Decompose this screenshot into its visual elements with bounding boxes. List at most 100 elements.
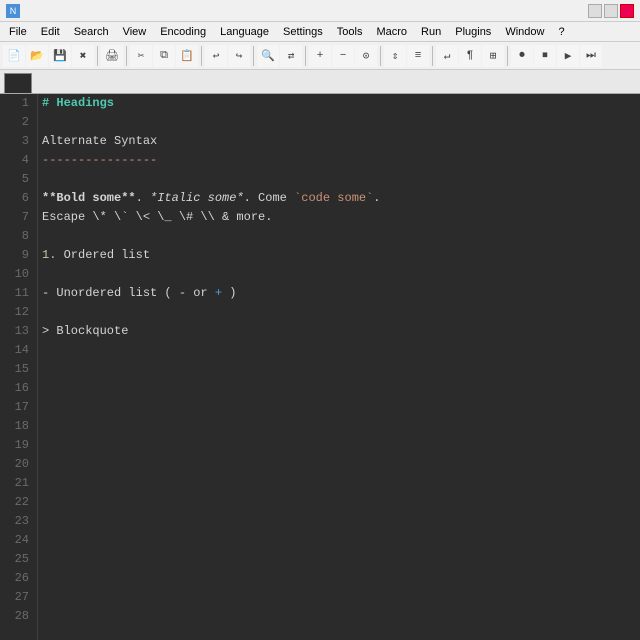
menu-plugins[interactable]: Plugins (448, 22, 498, 41)
line-numbers: 1 2 3 4 5 6 7 8 9 10 11 12 13 14 15 16 1… (0, 94, 38, 640)
code-line-11: - Unordered list ( - or + ) (42, 284, 636, 303)
line-num-12: 12 (6, 303, 29, 322)
line-num-4: 4 (6, 151, 29, 170)
code-token: # Headings (42, 94, 114, 113)
code-token: ---------------- (42, 151, 157, 170)
line-num-17: 17 (6, 398, 29, 417)
tb-indent[interactable]: ⊞ (482, 45, 504, 67)
menu-macro[interactable]: Macro (369, 22, 414, 41)
line-num-20: 20 (6, 455, 29, 474)
code-line-10 (42, 265, 636, 284)
tb-macro-rec[interactable]: ⏺ (511, 45, 533, 67)
code-token: Escape \* \` \< \_ \# \\ & more. (42, 208, 272, 227)
line-num-1: 1 (6, 94, 29, 113)
code-line-6: **Bold some** . *Italic some* . Come `co… (42, 189, 636, 208)
menu-settings[interactable]: Settings (276, 22, 330, 41)
line-num-7: 7 (6, 208, 29, 227)
tab-at-a-glance[interactable] (4, 73, 32, 93)
tb-wordwrap[interactable]: ↵ (436, 45, 458, 67)
menu-file[interactable]: File (2, 22, 34, 41)
menu-tools[interactable]: Tools (330, 22, 370, 41)
title-bar-controls[interactable] (588, 4, 634, 18)
menu-search[interactable]: Search (67, 22, 116, 41)
line-num-26: 26 (6, 569, 29, 588)
code-token: Alternate Syntax (42, 132, 157, 151)
menu-encoding[interactable]: Encoding (153, 22, 213, 41)
minimize-button[interactable] (588, 4, 602, 18)
tb-redo[interactable]: ↪ (228, 45, 250, 67)
tb-open[interactable]: 📂 (26, 45, 48, 67)
code-area[interactable]: # Headings Alternate Syntax ------------… (38, 94, 640, 640)
close-button[interactable] (620, 4, 634, 18)
line-num-21: 21 (6, 474, 29, 493)
code-token: > Blockquote (42, 322, 128, 341)
line-num-10: 10 (6, 265, 29, 284)
code-line-14 (42, 341, 636, 360)
code-token: Ordered list (56, 246, 150, 265)
tb-zoomout[interactable]: − (332, 45, 354, 67)
code-token: . (373, 189, 380, 208)
toolbar-sep4 (253, 46, 254, 66)
tb-zoomreset[interactable]: ⊙ (355, 45, 377, 67)
tb-new[interactable]: 📄 (3, 45, 25, 67)
code-line-4: ---------------- (42, 151, 636, 170)
code-token: **Bold some** (42, 189, 136, 208)
line-num-9: 9 (6, 246, 29, 265)
tb-syncmap[interactable]: ≡ (407, 45, 429, 67)
menu-bar: File Edit Search View Encoding Language … (0, 22, 640, 42)
title-bar: N (0, 0, 640, 22)
code-token: *Italic some* (150, 189, 244, 208)
tb-copy[interactable]: ⧉ (153, 45, 175, 67)
tb-macro-play[interactable]: ▶ (557, 45, 579, 67)
menu-edit[interactable]: Edit (34, 22, 67, 41)
line-num-22: 22 (6, 493, 29, 512)
code-line-13: > Blockquote (42, 322, 636, 341)
code-line-2 (42, 113, 636, 132)
tb-closeall[interactable]: ✖ (72, 45, 94, 67)
tb-macro-stop[interactable]: ⏹ (534, 45, 556, 67)
menu-run[interactable]: Run (414, 22, 448, 41)
toolbar-sep6 (380, 46, 381, 66)
menu-language[interactable]: Language (213, 22, 276, 41)
line-num-18: 18 (6, 417, 29, 436)
line-num-24: 24 (6, 531, 29, 550)
line-num-6: 6 (6, 189, 29, 208)
tb-synscroll[interactable]: ⇕ (384, 45, 406, 67)
tb-replace[interactable]: ⇄ (280, 45, 302, 67)
tb-zoomin[interactable]: + (309, 45, 331, 67)
code-line-5 (42, 170, 636, 189)
line-num-2: 2 (6, 113, 29, 132)
toolbar-sep3 (201, 46, 202, 66)
line-num-3: 3 (6, 132, 29, 151)
code-token: . Come (244, 189, 294, 208)
line-num-5: 5 (6, 170, 29, 189)
tb-print[interactable]: 🖨 (101, 45, 123, 67)
menu-help[interactable]: ? (551, 22, 571, 41)
code-token: ) (222, 284, 236, 303)
code-line-7: Escape \* \` \< \_ \# \\ & more. (42, 208, 636, 227)
code-line-9: 1. Ordered list (42, 246, 636, 265)
maximize-button[interactable] (604, 4, 618, 18)
code-token: 1. (42, 246, 56, 265)
tb-save[interactable]: 💾 (49, 45, 71, 67)
tb-undo[interactable]: ↩ (205, 45, 227, 67)
title-bar-left: N (6, 4, 24, 18)
code-token: + (215, 284, 222, 303)
tb-paste[interactable]: 📋 (176, 45, 198, 67)
tab-bar (0, 70, 640, 94)
tb-cut[interactable]: ✂ (130, 45, 152, 67)
toolbar-sep5 (305, 46, 306, 66)
code-line-8 (42, 227, 636, 246)
menu-view[interactable]: View (116, 22, 154, 41)
line-num-23: 23 (6, 512, 29, 531)
code-token: `code some` (294, 189, 373, 208)
toolbar: 📄 📂 💾 ✖ 🖨 ✂ ⧉ 📋 ↩ ↪ 🔍 ⇄ + − ⊙ ⇕ ≡ ↵ ¶ ⊞ … (0, 42, 640, 70)
line-num-8: 8 (6, 227, 29, 246)
tb-allchars[interactable]: ¶ (459, 45, 481, 67)
tb-find[interactable]: 🔍 (257, 45, 279, 67)
tb-macro-run[interactable]: ⏭ (580, 45, 602, 67)
code-line-12 (42, 303, 636, 322)
code-line-1: # Headings (42, 94, 636, 113)
editor-wrapper: 1 2 3 4 5 6 7 8 9 10 11 12 13 14 15 16 1… (0, 94, 640, 640)
menu-window[interactable]: Window (498, 22, 551, 41)
